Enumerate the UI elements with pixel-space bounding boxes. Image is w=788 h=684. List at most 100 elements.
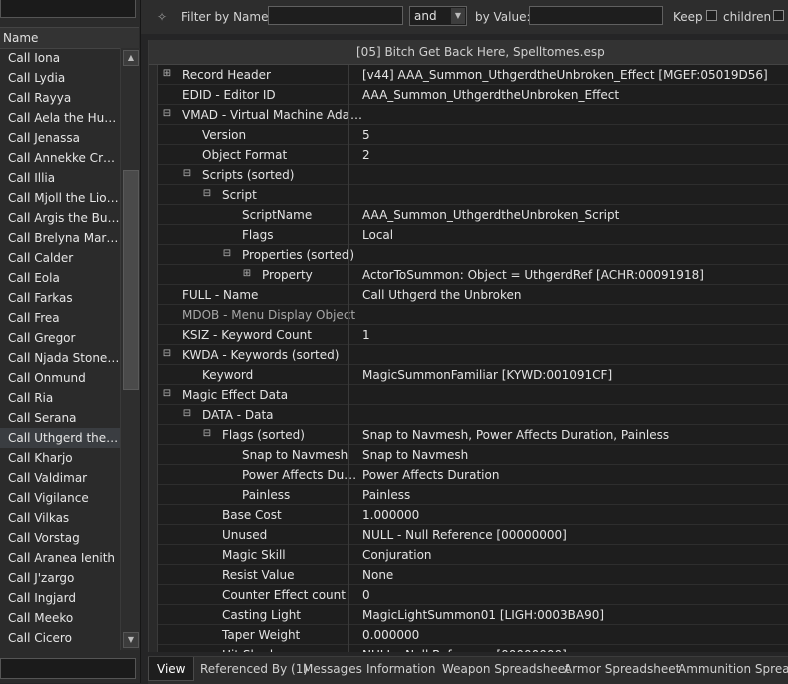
file-column-header[interactable]: [05] Bitch Get Back Here, Spelltomes.esp	[149, 40, 788, 65]
collapse-icon[interactable]: ⊟	[162, 348, 172, 359]
tree-row[interactable]: Flags Local	[158, 225, 788, 245]
tree-row-value[interactable]: NULL - Null Reference [00000000]	[362, 528, 567, 542]
collapse-icon[interactable]: ⊟	[222, 248, 232, 259]
list-item[interactable]: Call Frea	[0, 308, 120, 328]
collapse-icon[interactable]: ⊟	[182, 408, 192, 419]
tree-row-value[interactable]: Power Affects Duration	[362, 468, 499, 482]
scroll-up-arrow-icon[interactable]: ▲	[123, 50, 139, 66]
list-item[interactable]: Call Brelyna Maryon	[0, 228, 120, 248]
chevron-down-icon[interactable]: ▼	[451, 8, 465, 24]
list-item[interactable]: Call Annekke Crag…	[0, 148, 120, 168]
list-item[interactable]: Call Vorstag	[0, 528, 120, 548]
tree-row[interactable]: ⊞ Record Header [v44] AAA_Summon_Uthgerdth…	[158, 65, 788, 85]
list-item[interactable]: Call Serana	[0, 408, 120, 428]
tree-row-value[interactable]: Local	[362, 228, 393, 242]
tree-row-value[interactable]: None	[362, 568, 393, 582]
tree-row[interactable]: Snap to Navmesh Snap to Navmesh	[158, 445, 788, 465]
expand-icon[interactable]: ⊞	[162, 68, 172, 79]
list-item[interactable]: Call Cicero	[0, 628, 120, 648]
list-item[interactable]: Call Aela the Hunt…	[0, 108, 120, 128]
tab-referenced-by-1[interactable]: Referenced By (1)	[200, 662, 308, 676]
tab-messages[interactable]: Messages	[303, 662, 362, 676]
filter-operator-select[interactable]: and ▼	[409, 6, 467, 26]
tree-row[interactable]: Counter Effect count 0	[158, 585, 788, 605]
tree-row[interactable]: ⊟ Magic Effect Data	[158, 385, 788, 405]
tree-row-value[interactable]: 0.000000	[362, 628, 419, 642]
list-item[interactable]: Call Iona	[0, 48, 120, 68]
tree-row-value[interactable]: Snap to Navmesh, Power Affects Duration,…	[362, 428, 669, 442]
tree-row[interactable]: Unused NULL - Null Reference [00000000]	[158, 525, 788, 545]
tree-row[interactable]: Casting Light MagicLightSummon01 [LIGH:00…	[158, 605, 788, 625]
tree-row[interactable]: Hit Shader NULL - Null Reference [0000000…	[158, 645, 788, 652]
tree-row-value[interactable]: AAA_Summon_UthgerdtheUnbroken_Script	[362, 208, 619, 222]
tree-row[interactable]: Painless Painless	[158, 485, 788, 505]
tree-row-value[interactable]: NULL - Null Reference [00000000]	[362, 648, 567, 652]
list-item[interactable]: Call Onmund	[0, 368, 120, 388]
expand-icon[interactable]: ⊞	[242, 268, 252, 279]
list-item[interactable]: Call Njada Stonear…	[0, 348, 120, 368]
tree-row[interactable]: FULL - Name Call Uthgerd the Unbroken	[158, 285, 788, 305]
tree-row[interactable]: ScriptName AAA_Summon_UthgerdtheUnbroken_…	[158, 205, 788, 225]
collapse-icon[interactable]: ⊟	[182, 168, 192, 179]
tab-view[interactable]: View	[148, 657, 195, 681]
tree-row-value[interactable]: MagicSummonFamiliar [KYWD:001091CF]	[362, 368, 612, 382]
tree-row[interactable]: Keyword MagicSummonFamiliar [KYWD:001091C…	[158, 365, 788, 385]
list-item[interactable]: Call Calder	[0, 248, 120, 268]
tab-armor-spreadsheet[interactable]: Armor Spreadsheet	[564, 662, 680, 676]
tree-row[interactable]: Version 5	[158, 125, 788, 145]
left-bottom-input[interactable]	[0, 658, 136, 679]
tree-row-value[interactable]: 0	[362, 588, 370, 602]
list-item[interactable]: Call Kharjo	[0, 448, 120, 468]
list-item[interactable]: Call J'zargo	[0, 568, 120, 588]
name-column-header[interactable]: Name	[0, 27, 139, 49]
list-item[interactable]: Call Aranea Ienith	[0, 548, 120, 568]
filter-value-input[interactable]	[529, 6, 663, 25]
tree-row[interactable]: ⊟ Script	[158, 185, 788, 205]
tab-weapon-spreadsheet[interactable]: Weapon Spreadsheet	[442, 662, 570, 676]
scroll-down-arrow-icon[interactable]: ▼	[123, 632, 139, 648]
list-item[interactable]: Call Ingjard	[0, 588, 120, 608]
left-scrollbar[interactable]: ▲ ▼	[120, 48, 140, 650]
tree-row[interactable]: ⊞ Property ActorToSummon: Object = Uthgerd…	[158, 265, 788, 285]
tree-row[interactable]: KSIZ - Keyword Count 1	[158, 325, 788, 345]
tree-row-value[interactable]: Conjuration	[362, 548, 432, 562]
list-item[interactable]: Call Vigilance	[0, 488, 120, 508]
list-item[interactable]: Call Valdimar	[0, 468, 120, 488]
tree-row-value[interactable]: [v44] AAA_Summon_UthgerdtheUnbroken_Effe…	[362, 68, 768, 82]
list-item[interactable]: Call Ria	[0, 388, 120, 408]
list-item[interactable]: Call Argis the Bul…	[0, 208, 120, 228]
tree-row-value[interactable]: 1	[362, 328, 370, 342]
filter-name-input[interactable]	[268, 6, 403, 25]
column-divider[interactable]	[348, 65, 349, 652]
tree-row[interactable]: MDOB - Menu Display Object	[158, 305, 788, 325]
tree-row-value[interactable]: Painless	[362, 488, 410, 502]
list-item[interactable]: Call Farkas	[0, 288, 120, 308]
tree-row[interactable]: Base Cost 1.000000	[158, 505, 788, 525]
tree-row[interactable]: ⊟ VMAD - Virtual Machine Ada…	[158, 105, 788, 125]
tree-row[interactable]: ⊟ KWDA - Keywords (sorted)	[158, 345, 788, 365]
pin-icon[interactable]: ✧	[157, 10, 167, 24]
tree-row[interactable]: Resist Value None	[158, 565, 788, 585]
keep-children-checkbox[interactable]	[706, 10, 717, 21]
collapse-icon[interactable]: ⊟	[162, 388, 172, 399]
list-item[interactable]: Call Uthgerd the U…	[0, 428, 120, 448]
left-filter-input[interactable]	[0, 0, 136, 18]
tree-row-value[interactable]: AAA_Summon_UthgerdtheUnbroken_Effect	[362, 88, 619, 102]
tree-row-value[interactable]: 5	[362, 128, 370, 142]
tree-row-value[interactable]: Snap to Navmesh	[362, 448, 468, 462]
list-item[interactable]: Call Gregor	[0, 328, 120, 348]
collapse-icon[interactable]: ⊟	[202, 188, 212, 199]
tree-row[interactable]: EDID - Editor ID AAA_Summon_UthgerdtheUnb…	[158, 85, 788, 105]
tree-row[interactable]: ⊟ DATA - Data	[158, 405, 788, 425]
list-item[interactable]: Call Illia	[0, 168, 120, 188]
list-item[interactable]: Call Eola	[0, 268, 120, 288]
list-item[interactable]: Call Lydia	[0, 68, 120, 88]
tree-row[interactable]: ⊟ Properties (sorted)	[158, 245, 788, 265]
extra-checkbox[interactable]	[773, 10, 784, 21]
tree-row[interactable]: Taper Weight 0.000000	[158, 625, 788, 645]
tree-row[interactable]: Object Format 2	[158, 145, 788, 165]
collapse-icon[interactable]: ⊟	[162, 108, 172, 119]
tree-row-value[interactable]: MagicLightSummon01 [LIGH:0003BA90]	[362, 608, 604, 622]
tree-row-value[interactable]: ActorToSummon: Object = UthgerdRef [ACHR…	[362, 268, 704, 282]
list-item[interactable]: Call Jenassa	[0, 128, 120, 148]
